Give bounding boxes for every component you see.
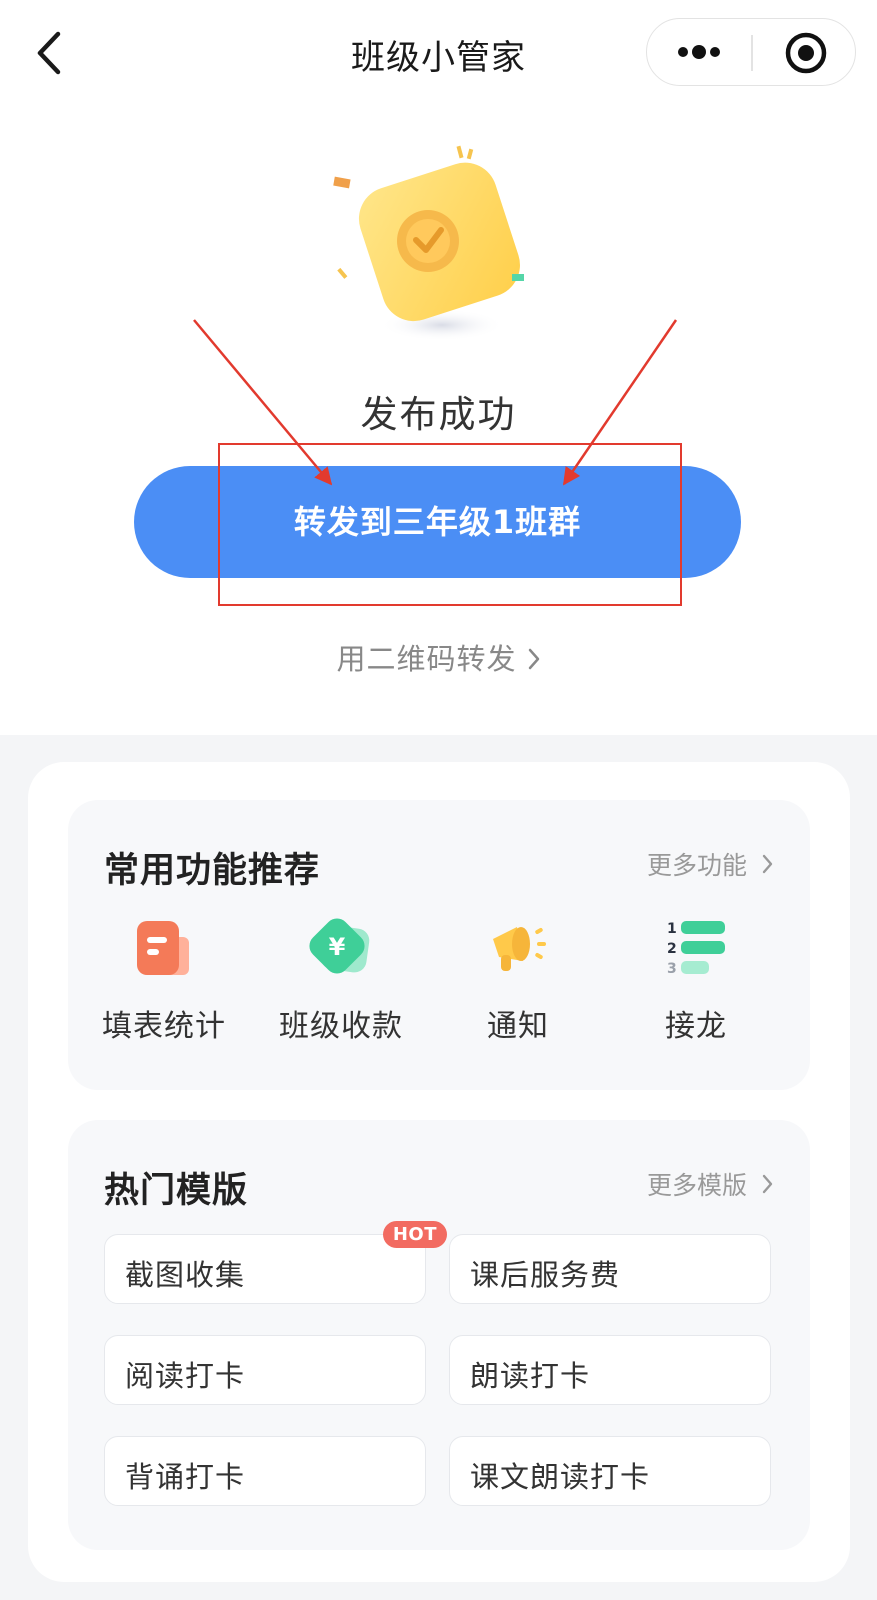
capsule-divider xyxy=(751,35,753,71)
feature-label: 接龙 xyxy=(665,1009,727,1044)
annotation-highlight-box xyxy=(218,443,682,606)
hot-templates-title: 热门模版 xyxy=(104,1171,249,1211)
template-after-school-fee[interactable]: 课后服务费 xyxy=(449,1234,771,1304)
more-features-label: 更多功能 xyxy=(646,851,747,880)
megaphone-icon xyxy=(493,927,546,971)
feature-label: 班级收款 xyxy=(279,1009,403,1044)
more-icon[interactable] xyxy=(669,28,729,76)
template-reading-checkin[interactable]: 阅读打卡 xyxy=(104,1335,426,1405)
feature-form-stats[interactable]: 填表统计 xyxy=(74,915,254,1045)
feature-label: 填表统计 xyxy=(102,1009,226,1044)
feature-class-payment[interactable]: ¥ 班级收款 xyxy=(251,915,431,1045)
svg-text:2: 2 xyxy=(667,941,677,957)
more-templates-label: 更多模版 xyxy=(646,1171,747,1200)
payment-icon: ¥ xyxy=(309,918,370,974)
template-label: 朗读打卡 xyxy=(470,1359,591,1393)
svg-text:¥: ¥ xyxy=(329,933,346,961)
feature-notice[interactable]: 通知 xyxy=(428,915,608,1045)
template-label: 截图收集 xyxy=(125,1258,246,1292)
hot-templates-panel: 热门模版 更多模版 截图收集 HOT 课后服务费 阅读打卡 朗读打卡 背诵打卡 … xyxy=(68,1120,810,1550)
success-illustration-icon xyxy=(333,145,524,341)
publish-success-text: 发布成功 xyxy=(360,393,517,436)
template-label: 背诵打卡 xyxy=(125,1460,246,1494)
nav-bar: 班级小管家 xyxy=(0,0,877,105)
close-target-icon[interactable] xyxy=(783,30,829,76)
svg-text:3: 3 xyxy=(667,961,677,977)
chevron-right-icon xyxy=(762,1174,773,1194)
numbered-list-icon: 1 2 3 xyxy=(667,921,725,977)
mini-program-capsule xyxy=(646,18,856,86)
qr-forward-link[interactable]: 用二维码转发 xyxy=(0,636,877,678)
feature-solitaire[interactable]: 1 2 3 接龙 xyxy=(606,915,786,1045)
chevron-right-icon xyxy=(762,854,773,874)
template-screenshot-collect[interactable]: 截图收集 HOT xyxy=(104,1221,447,1304)
template-label: 阅读打卡 xyxy=(125,1359,246,1393)
common-features-title: 常用功能推荐 xyxy=(104,851,321,891)
form-icon xyxy=(137,921,189,975)
common-features-panel: 常用功能推荐 更多功能 填表统计 ¥ 班级收款 通知 1 2 3 接龙 xyxy=(68,800,810,1090)
template-label: 课文朗读打卡 xyxy=(470,1460,651,1494)
chevron-right-icon xyxy=(528,648,539,670)
template-label: 课后服务费 xyxy=(470,1258,621,1292)
template-recite-checkin[interactable]: 背诵打卡 xyxy=(104,1436,426,1506)
template-read-aloud-checkin[interactable]: 朗读打卡 xyxy=(449,1335,771,1405)
template-text-read-aloud-checkin[interactable]: 课文朗读打卡 xyxy=(449,1436,771,1506)
qr-forward-label: 用二维码转发 xyxy=(336,642,517,676)
more-features-link[interactable]: 更多功能 xyxy=(647,846,774,882)
hot-badge: HOT xyxy=(382,1221,447,1248)
more-templates-link[interactable]: 更多模版 xyxy=(647,1166,774,1202)
feature-label: 通知 xyxy=(487,1009,549,1044)
svg-text:1: 1 xyxy=(667,921,677,937)
